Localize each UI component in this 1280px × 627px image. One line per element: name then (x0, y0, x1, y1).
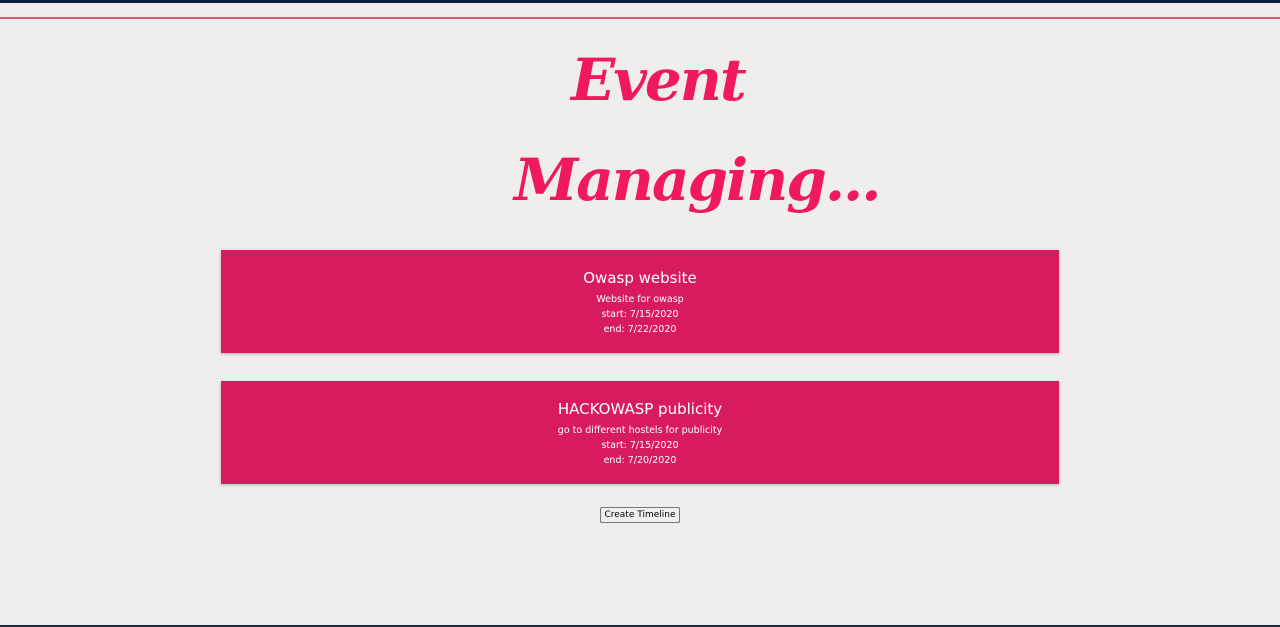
event-start-date: start: 7/15/2020 (601, 309, 679, 320)
page-title-line-1: Event (571, 46, 747, 114)
event-card: Owasp website Website for owasp start: 7… (221, 250, 1059, 353)
event-start-date: start: 7/15/2020 (601, 440, 679, 451)
event-card: HACKOWASP publicity go to different host… (221, 381, 1059, 484)
create-timeline-button[interactable]: Create Timeline (600, 507, 680, 523)
event-description: go to different hostels for publicity (557, 425, 723, 436)
event-end-date: end: 7/22/2020 (603, 324, 677, 335)
page-title-line-2: Managing... (514, 146, 881, 214)
event-title: HACKOWASP publicity (557, 400, 723, 418)
event-title: Owasp website (583, 269, 697, 287)
top-bar (0, 0, 1280, 3)
event-end-date: end: 7/20/2020 (603, 455, 677, 466)
event-description: Website for owasp (596, 294, 684, 305)
header-divider (0, 17, 1280, 19)
